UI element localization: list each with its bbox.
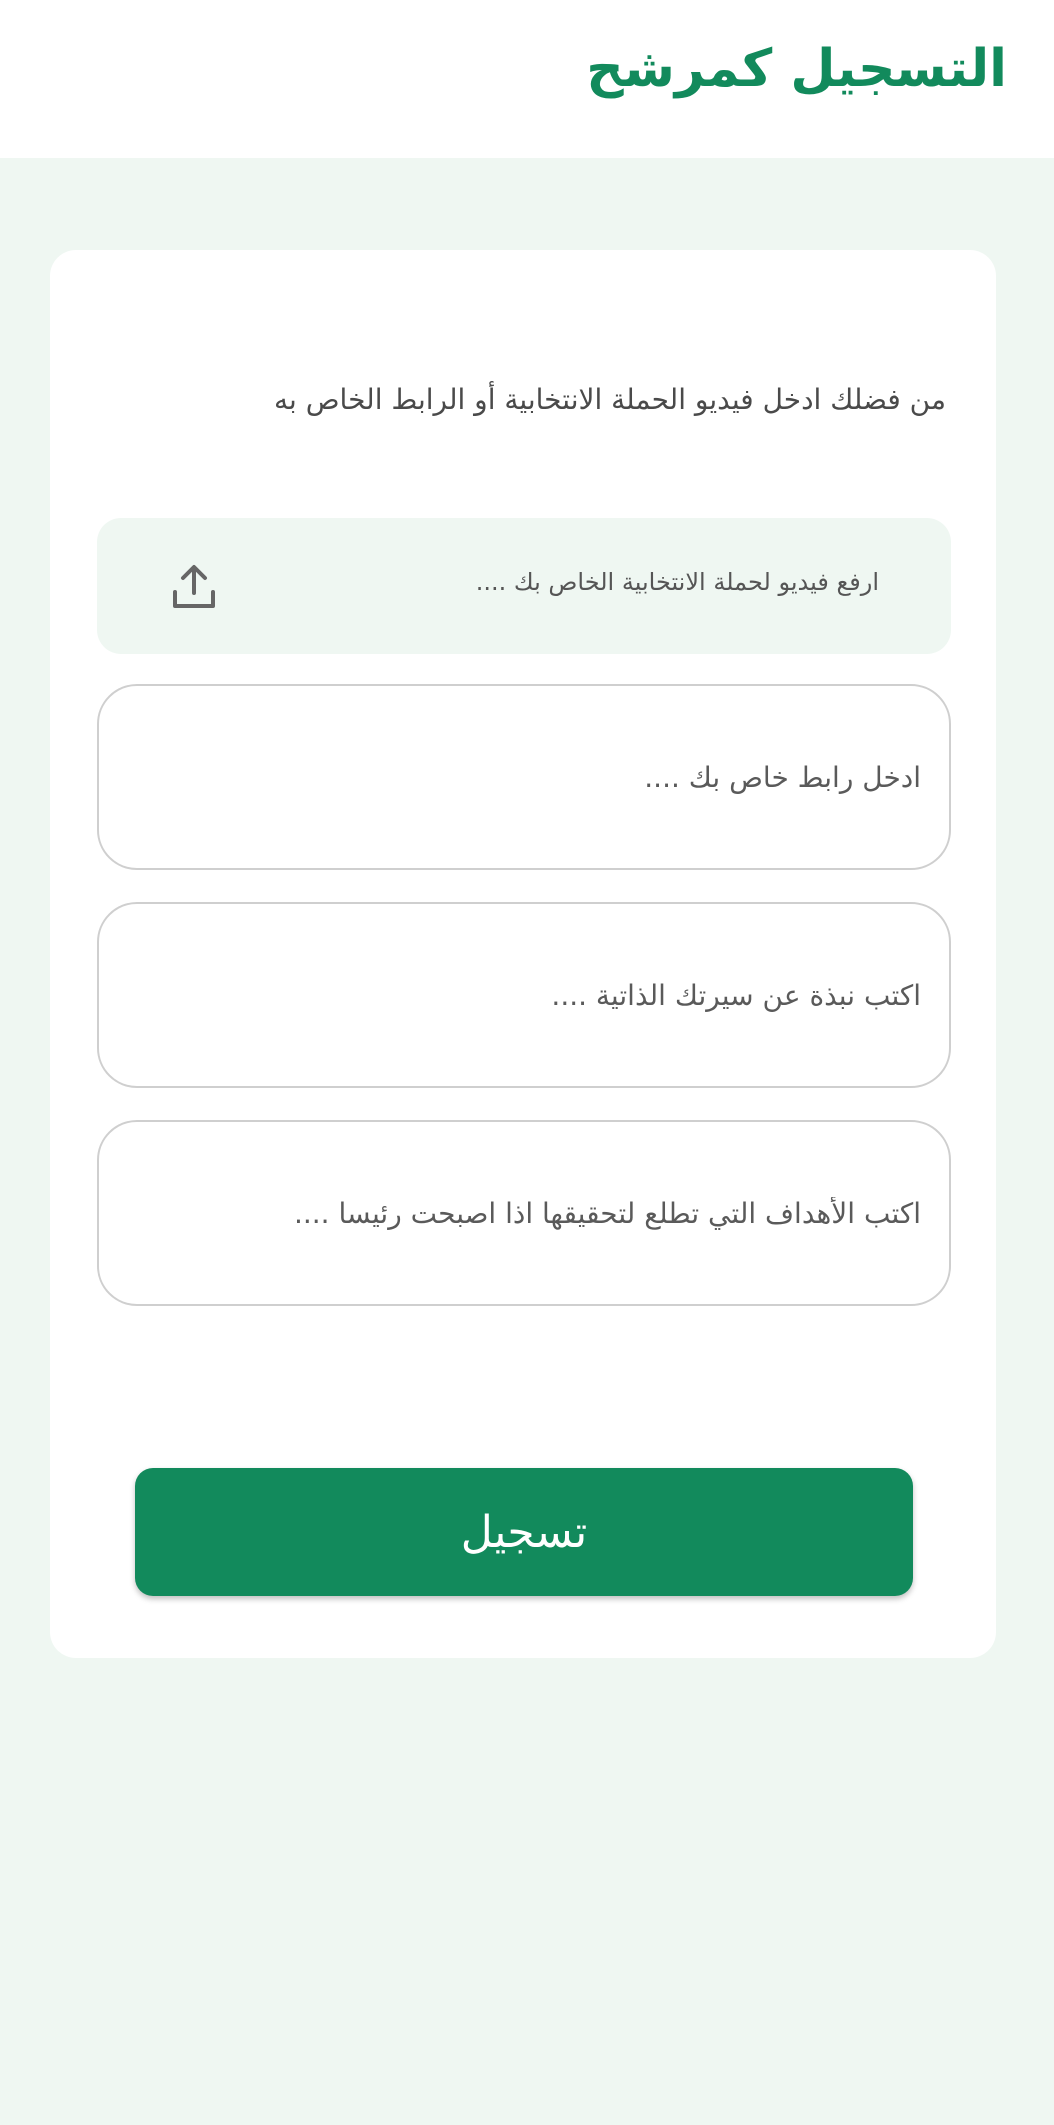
bio-input[interactable] xyxy=(127,904,921,1086)
bio-field[interactable] xyxy=(97,902,951,1088)
page-title: التسجيل كمرشح xyxy=(586,39,1007,99)
video-upload-box[interactable]: ارفع فيديو لحملة الانتخابية الخاص بك ...… xyxy=(97,518,951,654)
upload-icon[interactable] xyxy=(169,562,219,612)
register-button[interactable]: تسجيل xyxy=(135,1468,913,1596)
app-bar: التسجيل كمرشح xyxy=(0,0,1054,158)
candidate-form-card: من فضلك ادخل فيديو الحملة الانتخابية أو … xyxy=(50,250,996,1658)
link-input[interactable] xyxy=(127,686,921,868)
link-field[interactable] xyxy=(97,684,951,870)
goals-input[interactable] xyxy=(127,1122,921,1304)
goals-field[interactable] xyxy=(97,1120,951,1306)
form-instruction: من فضلك ادخل فيديو الحملة الانتخابية أو … xyxy=(274,383,946,416)
video-upload-label: ارفع فيديو لحملة الانتخابية الخاص بك ...… xyxy=(475,568,879,596)
